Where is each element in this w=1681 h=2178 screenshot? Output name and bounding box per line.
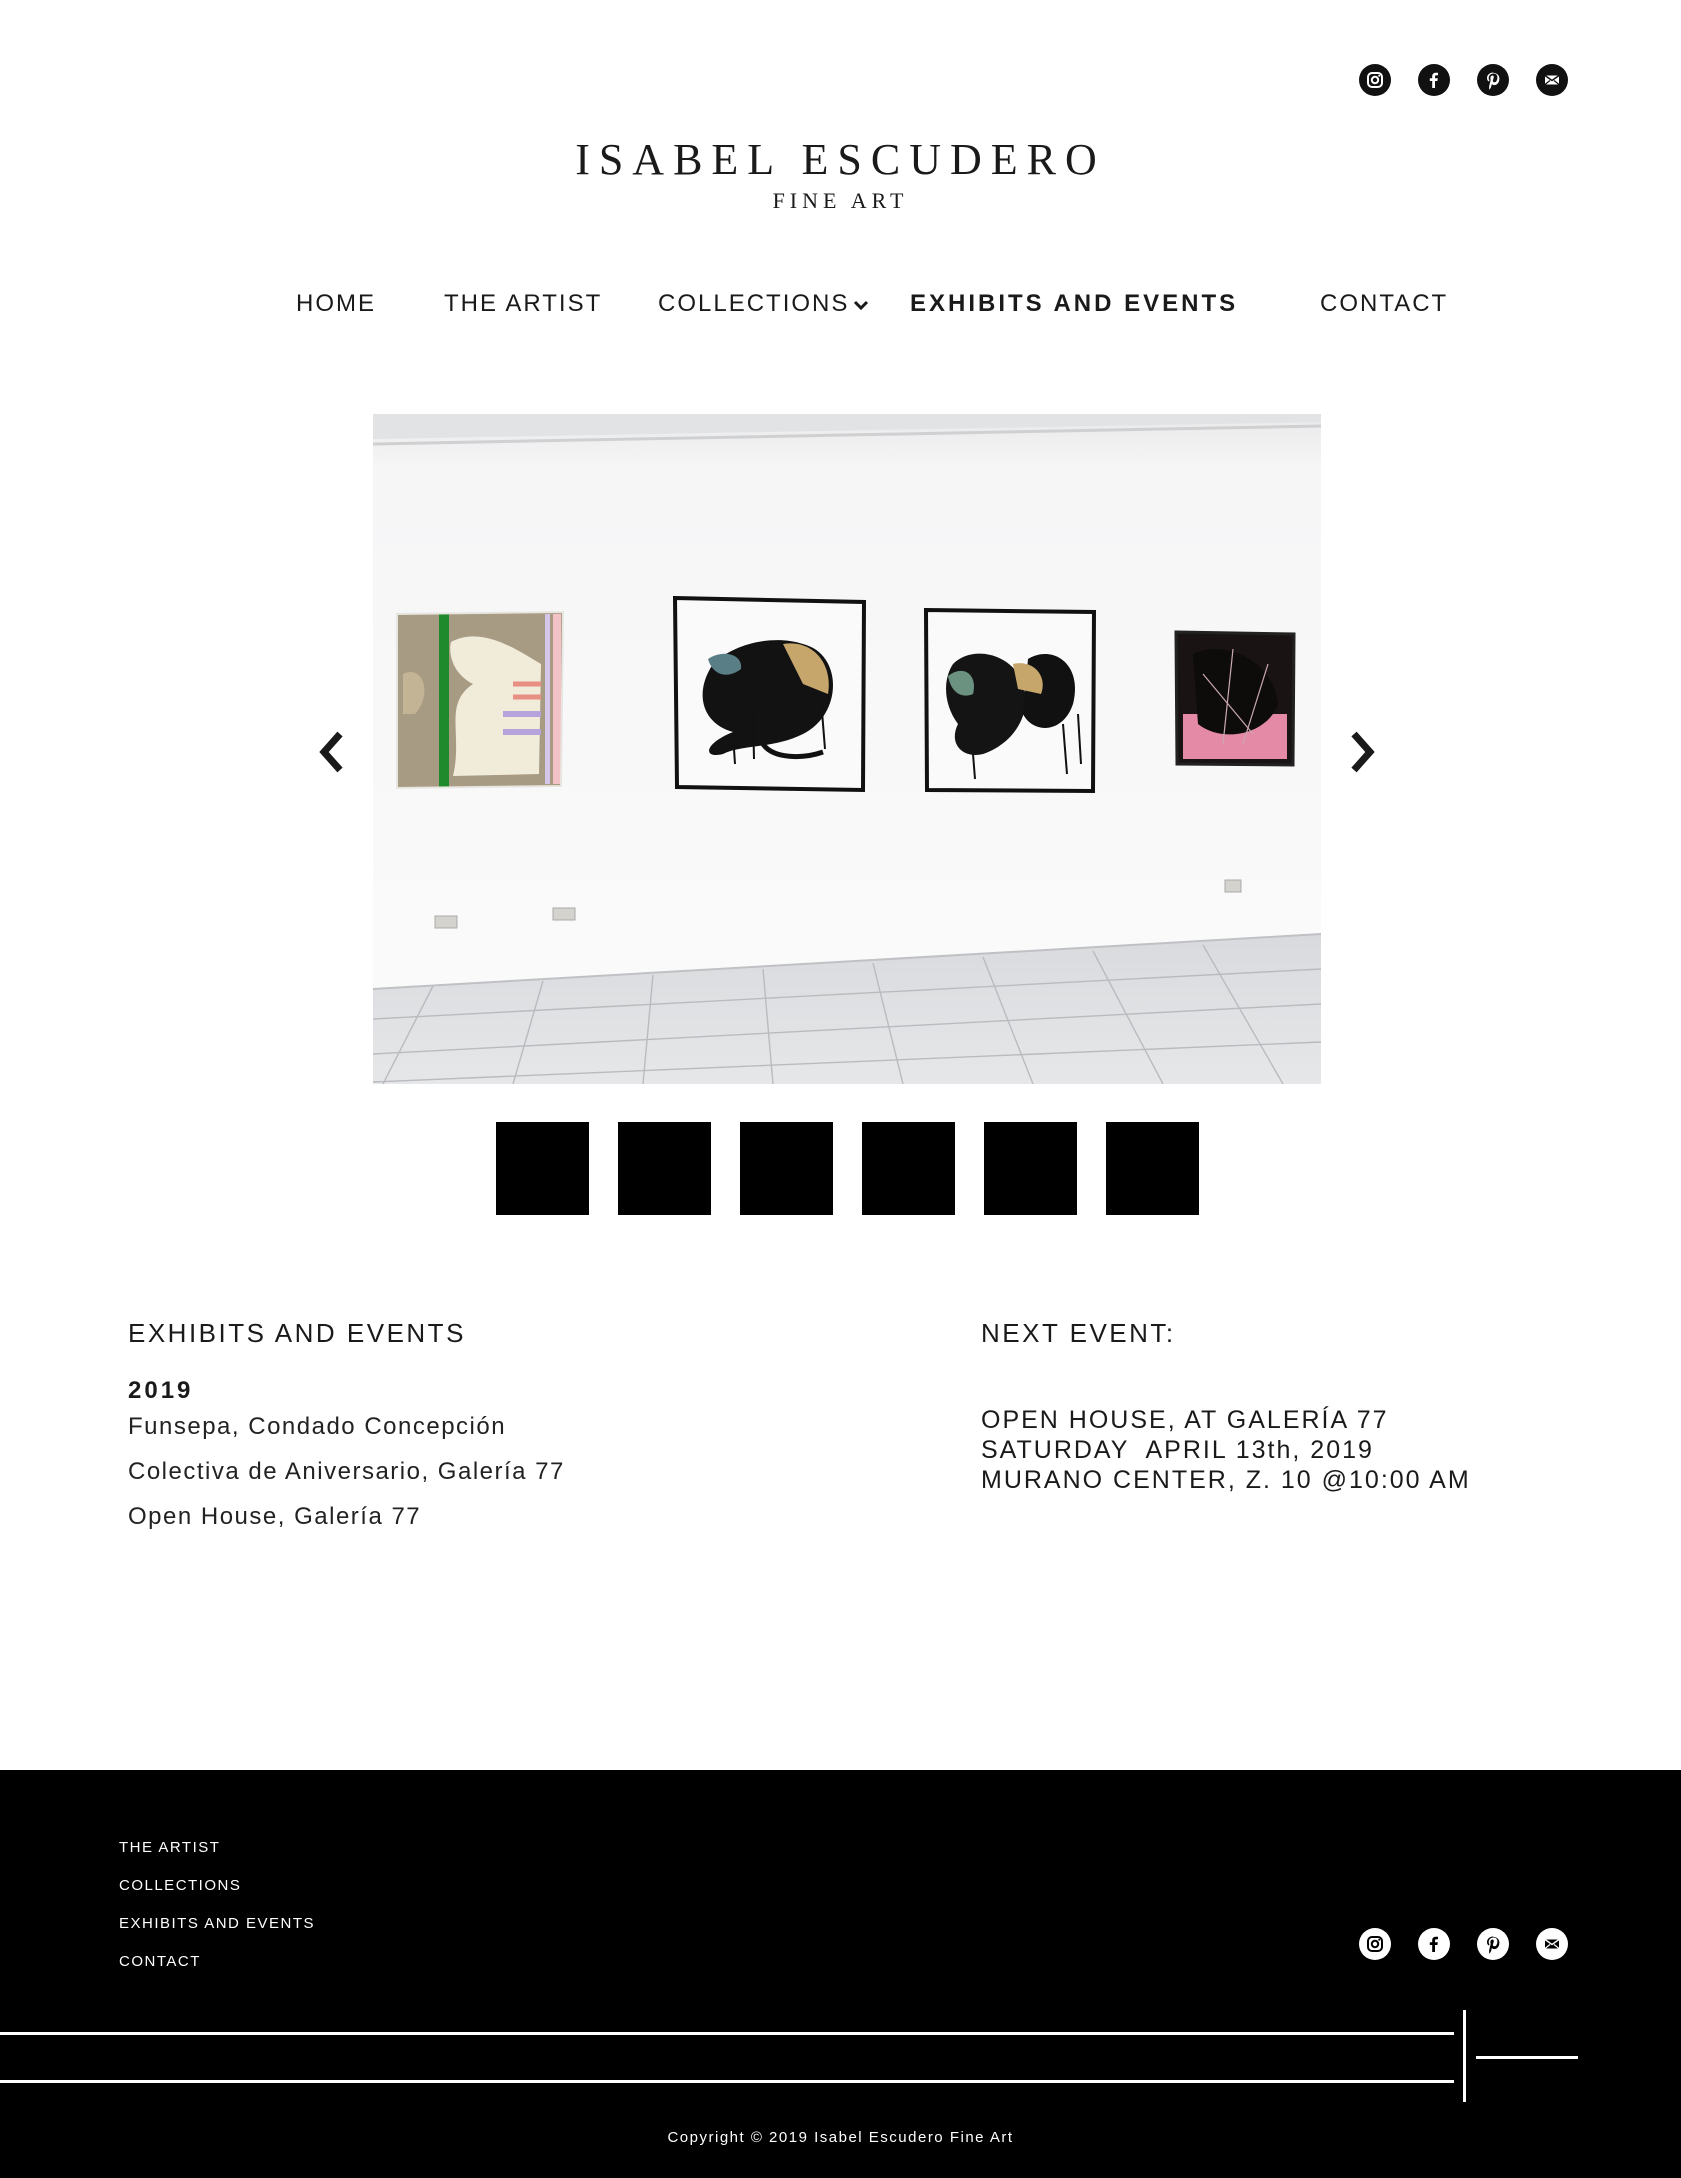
exhibits-section: EXHIBITS AND EVENTS 2019 Funsepa, Condad…	[128, 1318, 828, 1533]
footer-links: THE ARTIST COLLECTIONS EXHIBITS AND EVEN…	[119, 1829, 315, 1981]
facebook-icon[interactable]	[1418, 64, 1450, 96]
exhibits-year: 2019	[128, 1377, 194, 1404]
footer-link-the-artist[interactable]: THE ARTIST	[119, 1829, 315, 1867]
instagram-icon[interactable]	[1359, 64, 1391, 96]
pinterest-icon[interactable]	[1477, 1928, 1509, 1960]
footer-link-collections[interactable]: COLLECTIONS	[119, 1867, 315, 1905]
copyright-text: Copyright © 2019 Isabel Escudero Fine Ar…	[667, 2129, 1014, 2146]
next-event-section: NEXT EVENT: OPEN HOUSE, AT GALERÍA 77 SA…	[981, 1318, 1581, 1495]
slider-thumbnails	[496, 1122, 1199, 1215]
gallery-slide-image	[373, 414, 1321, 1084]
nav-collections[interactable]: COLLECTIONS	[658, 290, 869, 319]
slider-thumbnail-1[interactable]	[496, 1122, 589, 1215]
slider-prev-arrow-icon[interactable]	[316, 730, 346, 774]
nav-contact[interactable]: CONTACT	[1320, 290, 1448, 318]
social-links-footer	[1359, 1928, 1568, 1960]
main-nav: HOME THE ARTIST COLLECTIONS EXHIBITS AND…	[0, 290, 1681, 320]
exhibits-title: EXHIBITS AND EVENTS	[128, 1318, 466, 1348]
footer: THE ARTIST COLLECTIONS EXHIBITS AND EVEN…	[0, 1770, 1681, 2178]
next-event-details: OPEN HOUSE, AT GALERÍA 77 SATURDAY APRIL…	[981, 1405, 1581, 1495]
slider-thumbnail-3[interactable]	[740, 1122, 833, 1215]
slider-thumbnail-5[interactable]	[984, 1122, 1077, 1215]
gallery-photo	[373, 414, 1321, 1084]
footer-link-contact[interactable]: CONTACT	[119, 1943, 315, 1981]
next-event-line: SATURDAY APRIL 13th, 2019	[981, 1436, 1374, 1464]
footer-divider	[1476, 2056, 1578, 2059]
pinterest-icon[interactable]	[1477, 64, 1509, 96]
next-event-title: NEXT EVENT:	[981, 1318, 1176, 1348]
slider-thumbnail-2[interactable]	[618, 1122, 711, 1215]
email-icon[interactable]	[1536, 64, 1568, 96]
footer-divider	[0, 2032, 1454, 2035]
email-icon[interactable]	[1536, 1928, 1568, 1960]
next-event-line: OPEN HOUSE, AT GALERÍA 77	[981, 1406, 1389, 1434]
slider-next-arrow-icon[interactable]	[1348, 730, 1378, 774]
chevron-down-icon	[853, 291, 869, 319]
brand-name: ISABEL ESCUDERO	[575, 135, 1106, 184]
nav-collections-label: COLLECTIONS	[658, 290, 850, 317]
footer-link-exhibits-and-events[interactable]: EXHIBITS AND EVENTS	[119, 1905, 315, 1943]
brand-logo[interactable]: ISABEL ESCUDERO FINE ART	[0, 134, 1681, 214]
exhibit-item: Colectiva de Aniversario, Galería 77	[128, 1458, 565, 1485]
exhibit-item: Funsepa, Condado Concepción	[128, 1413, 507, 1440]
brand-subtitle: FINE ART	[772, 188, 909, 213]
facebook-icon[interactable]	[1418, 1928, 1450, 1960]
footer-divider	[0, 2080, 1454, 2083]
nav-exhibits-and-events[interactable]: EXHIBITS AND EVENTS	[910, 290, 1238, 318]
slider-thumbnail-4[interactable]	[862, 1122, 955, 1215]
nav-the-artist[interactable]: THE ARTIST	[444, 290, 602, 318]
instagram-icon[interactable]	[1359, 1928, 1391, 1960]
next-event-line: MURANO CENTER, Z. 10 @10:00 AM	[981, 1466, 1471, 1494]
social-links-header	[1359, 64, 1568, 96]
footer-divider	[1463, 2010, 1466, 2102]
slider-thumbnail-6[interactable]	[1106, 1122, 1199, 1215]
nav-home[interactable]: HOME	[296, 290, 376, 318]
exhibit-item: Open House, Galería 77	[128, 1503, 422, 1530]
